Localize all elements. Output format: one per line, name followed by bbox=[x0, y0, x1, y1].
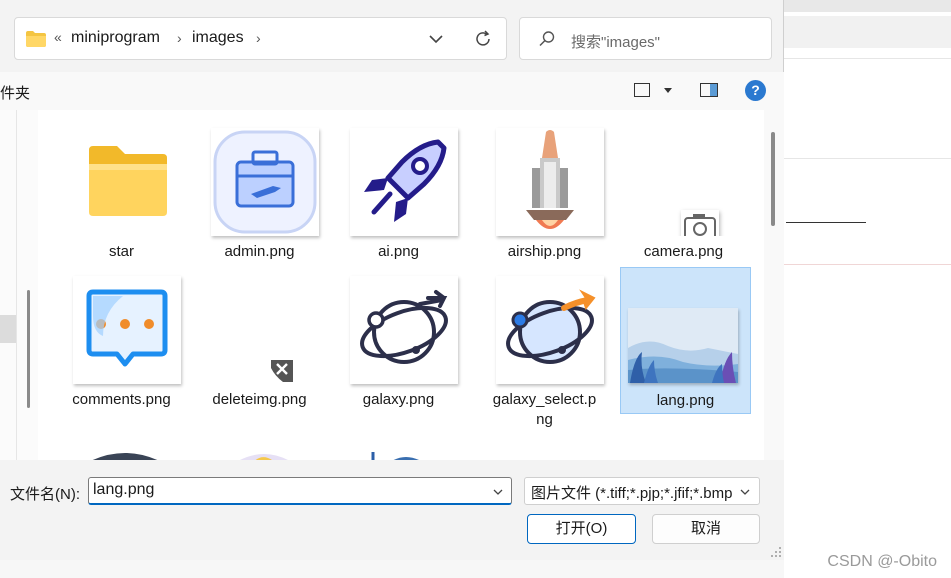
folder-icon bbox=[89, 146, 167, 216]
file-item-airship[interactable]: airship.png bbox=[479, 120, 610, 260]
file-item-comments[interactable]: comments.png bbox=[56, 268, 187, 408]
scrollbar-thumb[interactable] bbox=[771, 132, 775, 226]
file-name: admin.png bbox=[224, 243, 295, 260]
space-shuttle-icon bbox=[496, 128, 604, 236]
filename-input[interactable]: lang.png bbox=[88, 477, 512, 505]
file-name: galaxy_select.p bbox=[492, 391, 597, 408]
folder-icon bbox=[26, 31, 46, 47]
background-underline bbox=[786, 222, 866, 223]
search-input[interactable]: 搜索"images" bbox=[519, 17, 772, 60]
breadcrumb-images[interactable]: images bbox=[192, 29, 244, 47]
search-placeholder: 搜索"images" bbox=[571, 34, 661, 51]
chevron-down-icon[interactable] bbox=[740, 488, 750, 496]
breadcrumb-miniprogram[interactable]: miniprogram bbox=[71, 29, 160, 47]
search-icon bbox=[539, 31, 555, 47]
file-name: ai.png bbox=[378, 243, 419, 260]
file-open-dialog: « miniprogram › images › 搜索"images" 件夹 ? bbox=[0, 0, 784, 560]
refresh-icon[interactable] bbox=[473, 29, 493, 49]
galaxy-selected-icon bbox=[496, 276, 604, 384]
nav-selected-item[interactable] bbox=[0, 315, 16, 343]
chat-bubble-icon bbox=[73, 276, 181, 384]
resize-grip-icon[interactable] bbox=[770, 546, 782, 558]
file-name: comments.png bbox=[72, 391, 171, 408]
background-bar bbox=[784, 16, 951, 48]
file-name: lang.png bbox=[656, 392, 715, 409]
file-thumbnail-partial[interactable] bbox=[71, 446, 179, 460]
file-name: deleteimg.png bbox=[212, 391, 307, 408]
chevron-down-icon[interactable] bbox=[493, 488, 503, 496]
file-name: camera.png bbox=[643, 243, 724, 260]
file-item-lang[interactable]: lang.png bbox=[620, 267, 751, 414]
view-mode-icon[interactable] bbox=[634, 83, 650, 97]
camera-icon bbox=[681, 210, 719, 236]
new-folder-button[interactable]: 件夹 bbox=[0, 82, 30, 103]
breadcrumb-overflow[interactable]: « bbox=[54, 29, 62, 45]
file-thumbnail-partial[interactable] bbox=[210, 446, 318, 460]
cancel-button[interactable]: 取消 bbox=[652, 514, 760, 544]
file-thumbnail-partial[interactable] bbox=[349, 446, 457, 460]
watermark: CSDN @-Obito bbox=[827, 553, 937, 570]
navigation-pane[interactable] bbox=[0, 110, 38, 460]
file-item-deleteimg[interactable]: deleteimg.png bbox=[194, 268, 325, 408]
nav-scrollbar[interactable] bbox=[27, 290, 30, 408]
background-divider bbox=[784, 158, 951, 159]
file-item-galaxy-select[interactable]: galaxy_select.p ng bbox=[479, 268, 610, 428]
open-button[interactable]: 打开(O) bbox=[527, 514, 636, 544]
file-item-galaxy[interactable]: galaxy.png bbox=[333, 268, 464, 408]
view-mode-caret-icon[interactable] bbox=[664, 88, 672, 93]
background-bar bbox=[784, 0, 951, 12]
file-item-camera[interactable]: camera.png bbox=[618, 120, 749, 260]
file-thumbnail-partial[interactable] bbox=[628, 444, 736, 460]
toolbar: 件夹 bbox=[0, 72, 784, 110]
file-name: galaxy.png bbox=[362, 391, 435, 408]
file-item-star[interactable]: star bbox=[56, 120, 187, 260]
filename-label: 文件名(N): bbox=[10, 486, 80, 503]
help-icon[interactable]: ? bbox=[745, 80, 766, 101]
filetype-select[interactable]: 图片文件 (*.tiff;*.pjp;*.jfif;*.bmp bbox=[524, 477, 760, 505]
nav-divider bbox=[16, 110, 17, 460]
file-name: ng bbox=[536, 411, 553, 428]
file-item-ai[interactable]: ai.png bbox=[333, 120, 464, 260]
rocket-icon bbox=[350, 128, 458, 236]
file-name: airship.png bbox=[507, 243, 582, 260]
preview-pane-icon[interactable] bbox=[700, 83, 718, 97]
chevron-down-icon[interactable] bbox=[427, 30, 445, 48]
galaxy-icon bbox=[350, 276, 458, 384]
background-strip bbox=[0, 560, 784, 578]
breadcrumb-separator[interactable]: › bbox=[177, 30, 182, 46]
delete-badge-icon bbox=[271, 360, 293, 382]
background-page bbox=[784, 0, 951, 578]
breadcrumb-separator[interactable]: › bbox=[256, 30, 261, 46]
file-list[interactable]: star admin.png ai.png airship.png camera… bbox=[38, 110, 764, 460]
briefcase-airplane-icon bbox=[211, 128, 319, 236]
dialog-footer bbox=[0, 460, 784, 560]
background-divider bbox=[784, 264, 951, 265]
address-bar[interactable]: « miniprogram › images › bbox=[14, 17, 507, 60]
file-name: star bbox=[108, 243, 134, 260]
landscape-image-icon bbox=[628, 308, 738, 383]
file-item-admin[interactable]: admin.png bbox=[194, 120, 325, 260]
background-divider bbox=[784, 58, 951, 59]
